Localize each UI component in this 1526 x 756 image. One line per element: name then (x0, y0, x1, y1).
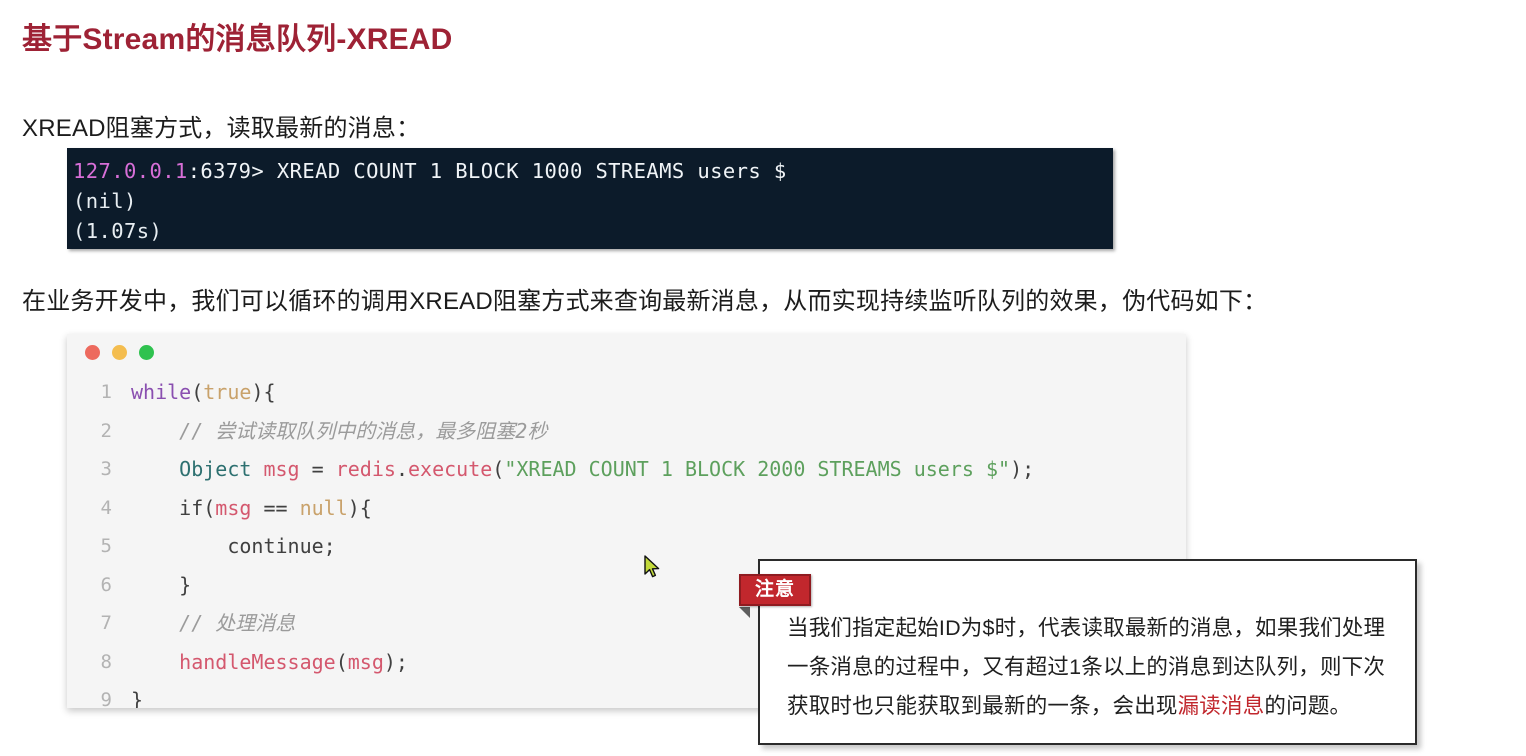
code-line: 2 // 尝试读取队列中的消息，最多阻塞2秒 (67, 412, 1186, 451)
terminal-output-line-2: (1.07s) (73, 219, 163, 243)
code-token: null (299, 495, 348, 520)
code-token: while (131, 380, 192, 404)
terminal-host: 127.0.0.1 (73, 159, 188, 183)
code-token: // 尝试读取队列中的消息，最多阻塞2秒 (131, 418, 548, 443)
note-tag-fold-icon (739, 607, 750, 618)
code-line-text: while(true){ (131, 373, 276, 412)
code-token: "XREAD COUNT 1 BLOCK 2000 STREAMS users … (504, 457, 1011, 481)
code-token: ( (191, 380, 204, 404)
code-token: } (131, 688, 144, 708)
code-token: ( (335, 649, 348, 674)
code-token: execute (407, 457, 493, 481)
code-token: true (203, 380, 252, 404)
code-token: ); (383, 649, 408, 674)
code-line-text: // 处理消息 (131, 604, 295, 643)
terminal-output-line-1: (nil) (73, 189, 137, 213)
code-token: msg (263, 457, 300, 481)
code-line-text: handleMessage(msg); (131, 643, 408, 682)
code-token: } (131, 572, 192, 597)
code-line-number: 1 (100, 381, 112, 403)
code-line-number: 6 (100, 573, 112, 596)
code-line-number: 3 (100, 458, 112, 480)
code-line-number: 2 (100, 419, 112, 442)
note-highlight-text: 漏读消息 (1177, 694, 1265, 718)
note-body-text: 当我们指定起始ID为$时，代表读取最新的消息，如果我们处理一条消息的过程中，又有… (787, 609, 1397, 726)
code-token: // 处理消息 (131, 611, 296, 635)
terminal-port-prompt: :6379> (187, 159, 277, 183)
code-line-number: 8 (100, 650, 112, 673)
code-token: msg (347, 649, 384, 674)
window-controls (85, 345, 154, 360)
code-token: ){ (251, 380, 276, 404)
page-title: 基于Stream的消息队列-XREAD (22, 23, 453, 56)
code-line-text: Object msg = redis.execute("XREAD COUNT … (131, 450, 1034, 489)
terminal-command: XREAD COUNT 1 BLOCK 1000 STREAMS users $ (276, 159, 787, 183)
code-line: 4 if(msg == null){ (67, 489, 1186, 528)
code-token: = (299, 457, 336, 481)
terminal-output-block: 127.0.0.1:6379> XREAD COUNT 1 BLOCK 1000… (67, 148, 1113, 249)
code-line-number: 7 (100, 612, 112, 634)
code-token: if( (131, 495, 216, 520)
minimize-dot-icon[interactable] (112, 345, 127, 360)
code-line-text: if(msg == null){ (131, 489, 372, 528)
code-token: ); (1010, 457, 1035, 481)
terminal-prompt-line: 127.0.0.1:6379> XREAD COUNT 1 BLOCK 1000… (73, 156, 1113, 186)
code-line-text: } (131, 566, 191, 605)
code-token: handleMessage (179, 649, 336, 674)
code-line-number: 9 (100, 689, 112, 708)
code-token: . (395, 457, 408, 481)
note-callout: 注意 当我们指定起始ID为$时，代表读取最新的消息，如果我们处理一条消息的过程中… (739, 559, 1417, 745)
code-line-number: 4 (100, 496, 112, 519)
code-token: Object (179, 457, 252, 481)
code-token: redis (335, 457, 396, 481)
code-line-number: 5 (100, 535, 112, 557)
code-token: ( (492, 457, 505, 481)
code-token: continue; (131, 534, 336, 558)
maximize-dot-icon[interactable] (139, 345, 154, 360)
code-token: == (251, 495, 300, 520)
code-token: msg (215, 495, 252, 520)
code-token: ){ (347, 495, 372, 520)
code-line: 1 while(true){ (67, 373, 1186, 412)
note-tag-label: 注意 (739, 574, 812, 606)
code-line: 3 Object msg = redis.execute("XREAD COUN… (67, 450, 1186, 489)
intro-paragraph-2: 在业务开发中，我们可以循环的调用XREAD阻塞方式来查询最新消息，从而实现持续监… (22, 288, 1268, 315)
close-dot-icon[interactable] (85, 345, 100, 360)
intro-paragraph-1: XREAD阻塞方式，读取最新的消息： (22, 115, 421, 142)
code-line-text: continue; (131, 527, 336, 566)
note-plain-text: 的问题。 (1264, 694, 1352, 718)
code-line-text: // 尝试读取队列中的消息，最多阻塞2秒 (131, 412, 547, 451)
code-line-text: } (131, 681, 143, 708)
